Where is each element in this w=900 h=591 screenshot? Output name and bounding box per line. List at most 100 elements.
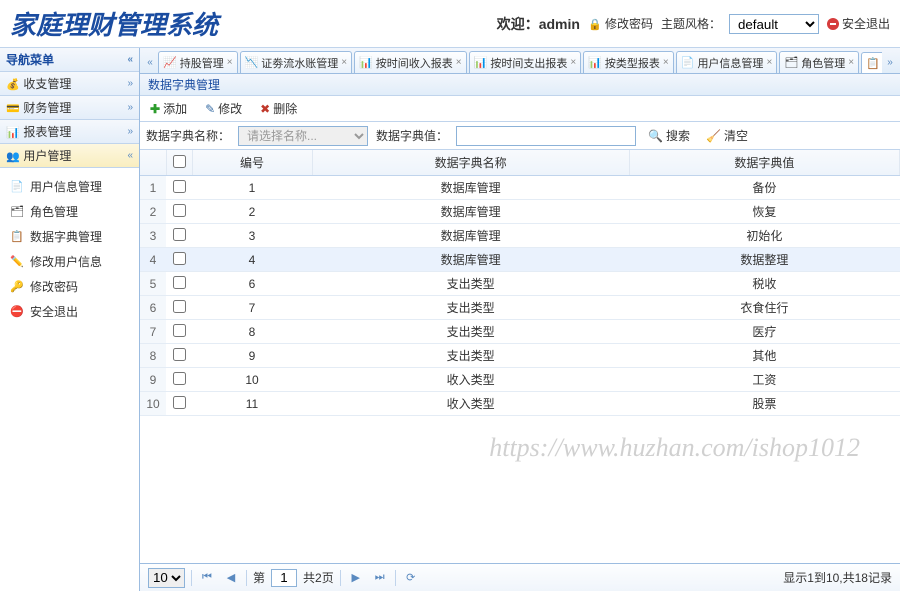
chevron-icon: « bbox=[127, 150, 133, 161]
watermark: https://www.huzhan.com/ishop1012 bbox=[489, 433, 860, 463]
row-checkbox[interactable] bbox=[173, 276, 186, 289]
item-icon: 🔑 bbox=[10, 280, 24, 294]
pager-info: 显示1到10,共18记录 bbox=[783, 569, 892, 586]
item-icon: 📄 bbox=[10, 180, 24, 194]
logout-link[interactable]: 安全退出 bbox=[827, 15, 890, 32]
search-icon: 🔍 bbox=[648, 129, 663, 143]
row-checkbox[interactable] bbox=[173, 300, 186, 313]
table-row[interactable]: 10 11 收入类型 股票 bbox=[140, 392, 900, 416]
clear-button[interactable]: 🧹清空 bbox=[702, 125, 752, 146]
row-checkbox[interactable] bbox=[173, 204, 186, 217]
add-icon: ✚ bbox=[150, 102, 160, 116]
sidebar-panel-1[interactable]: 💳 财务管理» bbox=[0, 96, 139, 120]
table-row[interactable]: 8 9 支出类型 其他 bbox=[140, 344, 900, 368]
delete-button[interactable]: ✖删除 bbox=[256, 98, 301, 119]
tab-icon: 📉 bbox=[245, 56, 259, 69]
tab-close-icon[interactable]: × bbox=[766, 57, 772, 68]
table-row[interactable]: 5 6 支出类型 税收 bbox=[140, 272, 900, 296]
tab-close-icon[interactable]: × bbox=[663, 57, 669, 68]
panel-title: 数据字典管理 bbox=[140, 74, 900, 96]
tab-scroll-left[interactable]: « bbox=[142, 51, 158, 73]
page-input[interactable] bbox=[271, 569, 297, 587]
page-size-select[interactable]: 10 bbox=[148, 568, 185, 588]
last-page-button[interactable]: ⏭ bbox=[371, 569, 389, 587]
table-row[interactable]: 1 1 数据库管理 备份 bbox=[140, 176, 900, 200]
row-checkbox[interactable] bbox=[173, 180, 186, 193]
chevron-icon: » bbox=[127, 78, 133, 89]
table-row[interactable]: 4 4 数据库管理 数据整理 bbox=[140, 248, 900, 272]
search-button[interactable]: 🔍搜索 bbox=[644, 125, 694, 146]
row-checkbox[interactable] bbox=[173, 348, 186, 361]
chevron-icon: » bbox=[127, 102, 133, 113]
theme-label: 主题风格： bbox=[661, 15, 721, 32]
welcome-text: 欢迎：admin bbox=[497, 14, 580, 34]
tab-4[interactable]: 📊按类型报表× bbox=[583, 51, 674, 73]
panel-icon: 💰 bbox=[6, 78, 20, 92]
table-row[interactable]: 7 8 支出类型 医疗 bbox=[140, 320, 900, 344]
app-logo: 家庭理财管理系统 bbox=[10, 5, 218, 42]
tab-close-icon[interactable]: × bbox=[456, 57, 462, 68]
table-row[interactable]: 2 2 数据库管理 恢复 bbox=[140, 200, 900, 224]
row-checkbox[interactable] bbox=[173, 324, 186, 337]
row-checkbox[interactable] bbox=[173, 252, 186, 265]
sidebar-panel-2[interactable]: 📊 报表管理» bbox=[0, 120, 139, 144]
total-pages-label: 共2页 bbox=[303, 569, 334, 586]
tab-0[interactable]: 📈持股管理× bbox=[158, 51, 238, 73]
sidebar-panel-3[interactable]: 👥 用户管理« bbox=[0, 144, 139, 168]
tab-7[interactable]: 📋数据字典管理× bbox=[861, 52, 882, 73]
tab-1[interactable]: 📉证劵流水账管理× bbox=[240, 51, 353, 73]
tab-icon: 📋 bbox=[866, 57, 880, 70]
item-icon: 📋 bbox=[10, 230, 24, 244]
brush-icon: 🧹 bbox=[706, 129, 721, 143]
filter-value-label: 数据字典值： bbox=[376, 127, 448, 144]
tab-icon: 📊 bbox=[474, 56, 488, 69]
tab-close-icon[interactable]: × bbox=[848, 57, 854, 68]
table-row[interactable]: 9 10 收入类型 工资 bbox=[140, 368, 900, 392]
filter-name-select[interactable]: 请选择名称... bbox=[238, 126, 368, 146]
chevron-icon: » bbox=[127, 126, 133, 137]
stop-icon bbox=[827, 18, 839, 30]
add-button[interactable]: ✚添加 bbox=[146, 98, 191, 119]
table-row[interactable]: 3 3 数据库管理 初始化 bbox=[140, 224, 900, 248]
tab-icon: 📄 bbox=[681, 56, 695, 69]
row-checkbox[interactable] bbox=[173, 396, 186, 409]
sidebar-item-4[interactable]: 🔑修改密码 bbox=[0, 274, 139, 299]
change-password-link[interactable]: 修改密码 bbox=[588, 15, 653, 32]
refresh-button[interactable]: ⟳ bbox=[402, 569, 420, 587]
sidebar-item-0[interactable]: 📄用户信息管理 bbox=[0, 174, 139, 199]
sidebar-panel-0[interactable]: 💰 收支管理» bbox=[0, 72, 139, 96]
row-checkbox[interactable] bbox=[173, 228, 186, 241]
tab-2[interactable]: 📊按时间收入报表× bbox=[354, 51, 467, 73]
edit-button[interactable]: ✎修改 bbox=[201, 98, 246, 119]
tab-6[interactable]: 🗂角色管理× bbox=[779, 51, 859, 73]
sidebar-collapse-icon[interactable]: « bbox=[127, 54, 133, 65]
item-icon: ✏️ bbox=[10, 255, 24, 269]
edit-icon: ✎ bbox=[205, 102, 215, 116]
filter-value-input[interactable] bbox=[456, 126, 636, 146]
theme-select[interactable]: default bbox=[729, 14, 819, 34]
select-all-checkbox[interactable] bbox=[173, 155, 186, 168]
sidebar-item-3[interactable]: ✏️修改用户信息 bbox=[0, 249, 139, 274]
tab-icon: 📊 bbox=[359, 56, 373, 69]
next-page-button[interactable]: ▶ bbox=[347, 569, 365, 587]
first-page-button[interactable]: ⏮ bbox=[198, 569, 216, 587]
tab-icon: 🗂 bbox=[784, 56, 798, 69]
tab-3[interactable]: 📊按时间支出报表× bbox=[469, 51, 582, 73]
tab-close-icon[interactable]: × bbox=[570, 57, 576, 68]
tab-scroll-right[interactable]: » bbox=[882, 51, 898, 73]
sidebar-item-2[interactable]: 📋数据字典管理 bbox=[0, 224, 139, 249]
table-row[interactable]: 6 7 支出类型 衣食住行 bbox=[140, 296, 900, 320]
filter-name-label: 数据字典名称： bbox=[146, 127, 230, 144]
panel-icon: 👥 bbox=[6, 150, 20, 164]
tab-close-icon[interactable]: × bbox=[341, 57, 347, 68]
tab-5[interactable]: 📄用户信息管理× bbox=[676, 51, 778, 73]
lock-icon bbox=[588, 17, 602, 31]
delete-icon: ✖ bbox=[260, 102, 270, 116]
sidebar-item-1[interactable]: 🗂角色管理 bbox=[0, 199, 139, 224]
page-label-prefix: 第 bbox=[253, 569, 265, 586]
sidebar-item-5[interactable]: ⛔安全退出 bbox=[0, 299, 139, 324]
prev-page-button[interactable]: ◀ bbox=[222, 569, 240, 587]
sidebar-header: 导航菜单 « bbox=[0, 48, 139, 72]
row-checkbox[interactable] bbox=[173, 372, 186, 385]
tab-close-icon[interactable]: × bbox=[227, 57, 233, 68]
